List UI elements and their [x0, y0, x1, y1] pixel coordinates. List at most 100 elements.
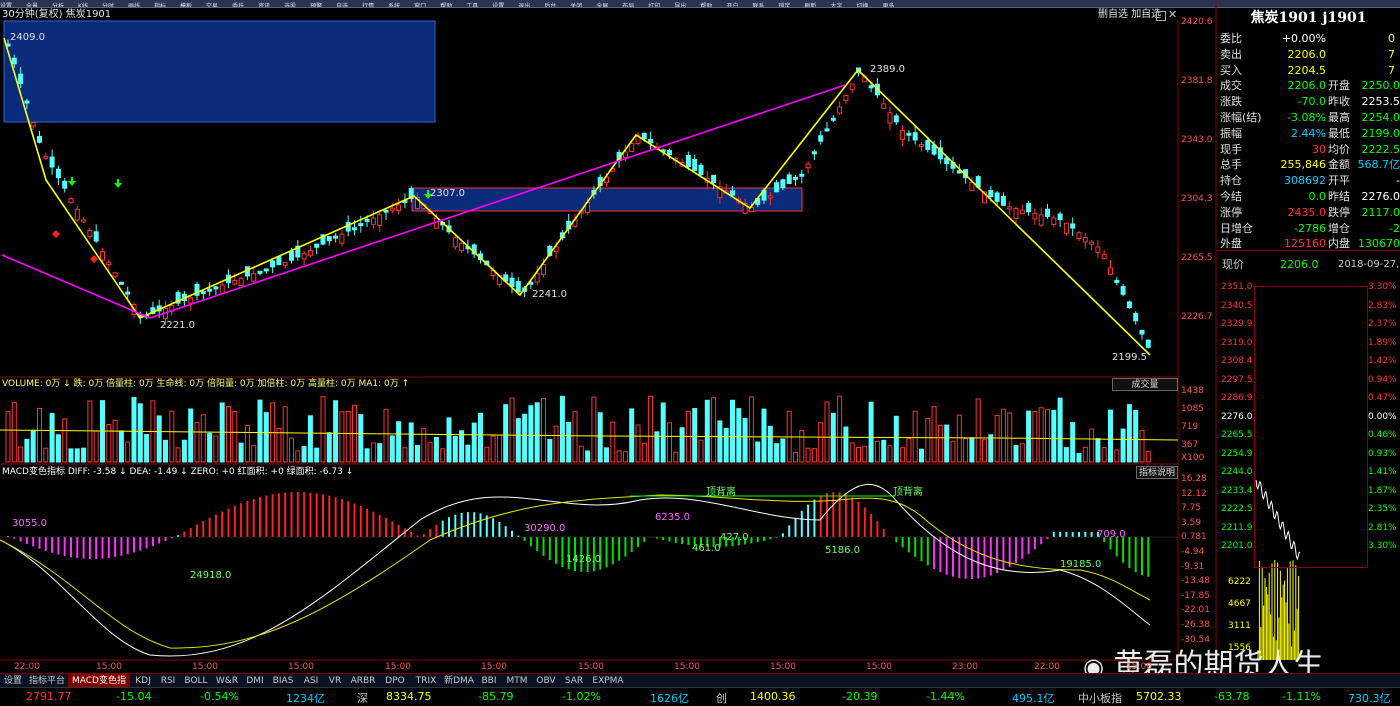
indicator-tab[interactable]: RSI	[156, 674, 180, 688]
volume-bar	[969, 437, 975, 463]
candle	[18, 73, 24, 84]
quote-label: 买入	[1220, 63, 1242, 77]
quote-row: 委比 +0.00% 0	[1218, 31, 1400, 46]
volume-bar	[289, 437, 294, 463]
quote-label: 涨停	[1220, 205, 1242, 219]
candle	[93, 231, 99, 242]
quote-row: 持仓 308692 开平 -	[1218, 173, 1400, 188]
indicator-tab[interactable]: TRIX	[410, 674, 442, 688]
volume-bar	[452, 435, 458, 463]
volume-bar	[251, 445, 257, 463]
candle	[837, 106, 843, 114]
candle	[364, 218, 370, 222]
time-axis-label: 15:00	[96, 662, 122, 672]
volume-bar	[982, 439, 987, 463]
price-axis-label: 2265.5	[1181, 253, 1213, 263]
volume-bar	[5, 411, 11, 463]
time-axis-label: 15:00	[770, 662, 796, 672]
mini-chart-frame[interactable]	[1254, 286, 1368, 568]
candle	[1045, 208, 1050, 217]
quote-label: 涨幅(结)	[1220, 111, 1262, 124]
volume-bar	[415, 444, 420, 463]
indicator-tab[interactable]: BOLL	[180, 674, 212, 688]
indicator-tab[interactable]: MTM	[502, 674, 532, 688]
volume-bar	[509, 397, 515, 463]
indicator-tab[interactable]: 指标平台	[26, 674, 68, 688]
volume-bar	[106, 424, 112, 463]
indicator-tab[interactable]: KDJ	[130, 674, 156, 688]
contract-title: 焦炭1901 j1901	[1250, 10, 1367, 26]
quote-row: 日增仓 -2786 增仓 -2	[1218, 221, 1400, 236]
indicator-tab[interactable]: EXPMA	[588, 674, 628, 688]
candle	[793, 176, 798, 180]
time-axis-label: 15:00	[866, 662, 892, 672]
indicator-tab[interactable]: MACD变色指标	[68, 674, 130, 700]
candle	[711, 174, 717, 184]
quote-value: 2276.0	[1361, 190, 1400, 203]
volume-bar	[1019, 443, 1025, 463]
volume-bar	[301, 446, 307, 463]
candle	[767, 195, 773, 199]
indicator-tab[interactable]: DMI	[242, 674, 268, 688]
volume-bar	[648, 395, 654, 463]
volume-bar	[748, 396, 754, 463]
time-axis-label: 22:00	[1034, 662, 1060, 672]
indicator-tab[interactable]: OBV	[532, 674, 560, 688]
index-pct: -1.02%	[562, 690, 601, 703]
mini-axis-label: 2308.4	[1221, 356, 1253, 366]
volume-bar	[641, 442, 647, 463]
quote-label: 总手	[1220, 158, 1242, 172]
candle	[11, 57, 17, 65]
indicator-tab[interactable]: SAR	[560, 674, 588, 688]
candle	[824, 128, 830, 132]
quote-value: -70.0	[1297, 95, 1326, 109]
volume-bar	[232, 411, 238, 463]
volume-button[interactable]: 成交量	[1112, 378, 1178, 391]
indicator-help-button[interactable]: 指标说明	[1136, 466, 1178, 479]
quote-value: 0.0	[1308, 190, 1327, 203]
macd-axis-label: -30.54	[1181, 634, 1211, 645]
candle	[396, 204, 402, 211]
indicator-tabs[interactable]: 设置指标平台MACD变色指标KDJRSIBOLLW&RDMIBIASASIVRA…	[0, 673, 1400, 700]
candle	[811, 151, 817, 155]
volume-bar	[163, 439, 168, 463]
candle	[988, 190, 994, 198]
indicator-tab[interactable]: DPO	[380, 674, 410, 688]
volume-bar	[1070, 422, 1076, 463]
volume-bar	[975, 398, 981, 463]
mini-axis-label: 2244.0	[1221, 467, 1253, 477]
volume-axis-label: 367	[1181, 440, 1199, 450]
volume-bar	[881, 439, 887, 463]
current-price-label: 现价	[1222, 258, 1244, 271]
volume-bar	[383, 408, 389, 463]
low-label-3: 2199.5	[1112, 352, 1147, 363]
volume-bar	[326, 432, 332, 463]
volume-bar	[856, 446, 861, 463]
volume-bar	[137, 403, 143, 463]
volume-bar	[774, 443, 780, 463]
indicator-tab[interactable]: ASI	[298, 674, 324, 688]
indicator-tab[interactable]: 设置	[0, 674, 26, 688]
macd-label: 24918.0	[190, 570, 232, 581]
mini-axis-label: 1.87%	[1368, 485, 1397, 496]
price-axis-label: 2304.3	[1181, 194, 1213, 204]
volume-bar	[1095, 438, 1101, 463]
volume-bar	[887, 445, 893, 463]
candle	[780, 179, 786, 189]
indicator-tab[interactable]: VR	[324, 674, 346, 688]
macd-label: 461.0	[692, 543, 721, 554]
indicator-tab[interactable]: ARBR	[346, 674, 380, 688]
indicator-tab[interactable]: BIAS	[268, 674, 298, 688]
indicator-tab[interactable]: BBI	[476, 674, 502, 688]
volume-bar	[616, 450, 622, 463]
candle	[307, 250, 313, 256]
indicator-tab[interactable]: W&R	[212, 674, 242, 688]
time-axis-label: 15:00	[578, 662, 604, 672]
candle	[1082, 236, 1088, 243]
quote-value: 2117.0	[1361, 205, 1400, 219]
market-label: 创	[716, 692, 727, 705]
indicator-tab[interactable]: 新DMA	[442, 674, 476, 688]
volume-bar	[364, 448, 370, 463]
volume-bar	[440, 448, 446, 463]
candle	[219, 284, 225, 295]
